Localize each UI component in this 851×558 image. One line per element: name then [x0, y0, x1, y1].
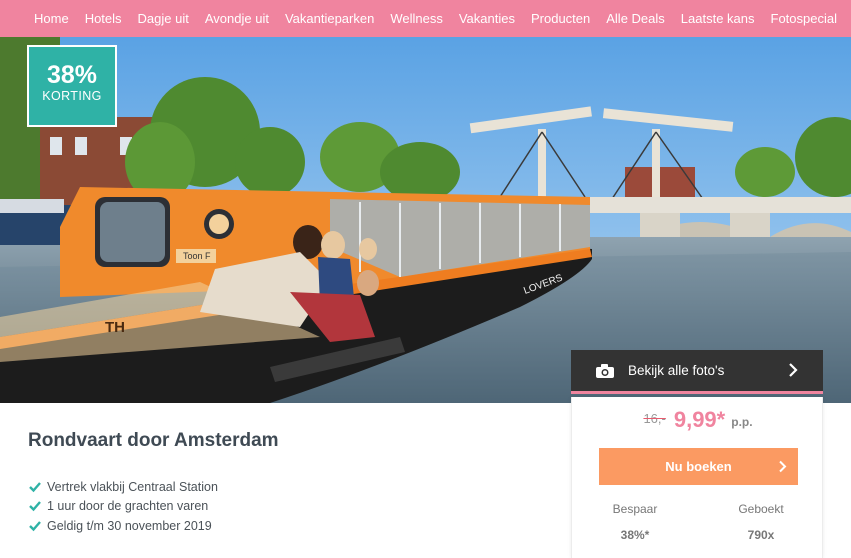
feature-item: Geldig t/m 30 november 2019 — [29, 516, 218, 536]
check-icon — [29, 501, 41, 512]
book-now-label: Nu boeken — [665, 459, 732, 474]
nav-wellness[interactable]: Wellness — [390, 11, 443, 26]
nav-producten[interactable]: Producten — [531, 11, 590, 26]
nav-avondje-uit[interactable]: Avondje uit — [205, 11, 269, 26]
discount-percent: 38% — [46, 61, 98, 89]
nav-dagje-uit[interactable]: Dagje uit — [138, 11, 189, 26]
chevron-right-icon — [789, 363, 798, 377]
deal-page: Home Hotels Dagje uit Avondje uit Vakant… — [0, 0, 851, 558]
view-all-photos-label: Bekijk alle foto's — [628, 363, 725, 378]
booked-stat: Geboekt 790x — [698, 502, 824, 542]
price-panel: 16,- 9,99* p.p. Nu boeken Bespaar 38%* Geb… — [571, 397, 823, 558]
booked-value: 790x — [747, 528, 775, 542]
nav-hotels[interactable]: Hotels — [85, 11, 122, 26]
feature-item: Vertrek vlakbij Centraal Station — [29, 477, 218, 497]
nav-fotospecial[interactable]: Fotospecial — [771, 11, 837, 26]
camera-icon — [596, 363, 614, 378]
check-icon — [29, 520, 41, 532]
view-all-photos-button[interactable]: Bekijk alle foto's — [571, 350, 823, 394]
boat-sign-text: Toon F — [183, 251, 211, 261]
book-now-button[interactable]: Nu boeken — [599, 448, 798, 485]
check-icon — [29, 481, 41, 493]
deal-stats: Bespaar 38%* Geboekt 790x — [572, 502, 824, 542]
nav-vakanties[interactable]: Vakanties — [459, 11, 515, 26]
chevron-right-icon — [779, 460, 787, 473]
new-price: 9,99* — [673, 407, 726, 432]
canal-boat-illustration: Toon F LOVERS TH — [0, 37, 851, 403]
feature-item: 1 uur door de grachten varen — [29, 497, 218, 517]
top-navigation: Home Hotels Dagje uit Avondje uit Vakant… — [0, 0, 851, 37]
boat-marking: TH — [105, 319, 125, 336]
savings-label: Bespaar — [612, 502, 658, 516]
hero-photo: Toon F LOVERS TH — [0, 37, 851, 403]
savings-stat: Bespaar 38%* — [572, 502, 698, 542]
old-price: 16,- — [643, 411, 666, 426]
nav-alle-deals[interactable]: Alle Deals — [606, 11, 665, 26]
feature-text: Geldig t/m 30 november 2019 — [47, 518, 212, 533]
nav-home[interactable]: Home — [34, 11, 69, 26]
savings-value: 38%* — [620, 528, 650, 542]
feature-list: Vertrek vlakbij Centraal Station 1 uur d… — [29, 477, 218, 536]
discount-label: KORTING — [42, 89, 102, 103]
nav-vakantieparken[interactable]: Vakantieparken — [285, 11, 374, 26]
booked-label: Geboekt — [738, 502, 784, 516]
discount-badge: 38% KORTING — [27, 45, 117, 127]
per-person-label: p.p. — [731, 415, 753, 429]
feature-text: 1 uur door de grachten varen — [47, 499, 209, 514]
deal-title: Rondvaart door Amsterdam — [28, 430, 279, 451]
nav-laatste-kans[interactable]: Laatste kans — [681, 11, 755, 26]
feature-text: Vertrek vlakbij Centraal Station — [47, 479, 218, 494]
price-row: 16,- 9,99* p.p. — [572, 407, 824, 433]
